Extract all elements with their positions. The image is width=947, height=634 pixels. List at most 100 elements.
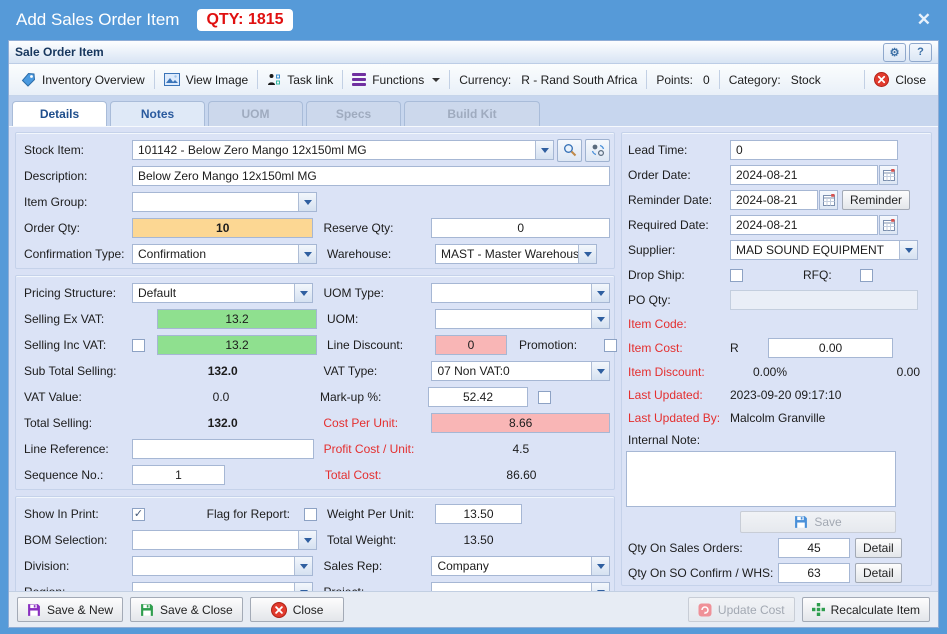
item-cost-input[interactable]: 0.00 — [768, 338, 893, 358]
qty-so-detail-button[interactable]: Detail — [855, 538, 902, 558]
project-value — [432, 583, 591, 591]
close-button[interactable]: Close — [250, 597, 345, 622]
order-qty-input[interactable]: 10 — [132, 218, 313, 238]
gear-icon[interactable]: ⚙ — [883, 43, 906, 62]
pricing-structure-select[interactable]: Default — [132, 283, 313, 303]
help-icon[interactable]: ? — [909, 43, 932, 62]
sub-total-selling-value: 132.0 — [132, 364, 313, 378]
chevron-down-icon[interactable] — [899, 241, 917, 259]
sequence-no-input[interactable]: 1 — [132, 465, 225, 485]
item-cost-currency: R — [730, 341, 768, 355]
markup-checkbox[interactable] — [538, 391, 551, 404]
calendar-icon[interactable] — [879, 215, 898, 235]
qty-on-sales-orders-input[interactable]: 45 — [778, 538, 850, 558]
save-and-close-button[interactable]: Save & Close — [130, 597, 243, 622]
recalculate-grid-icon — [812, 603, 825, 616]
warehouse-select[interactable]: MAST - Master Warehouse — [435, 244, 597, 264]
qty-on-so-confirm-input[interactable]: 63 — [778, 563, 850, 583]
stock-item-select[interactable]: 101142 - Below Zero Mango 12x150ml MG — [132, 140, 554, 160]
task-link-label: Task link — [287, 73, 333, 87]
region-select[interactable] — [132, 582, 313, 591]
chevron-down-icon[interactable] — [298, 193, 316, 211]
selling-inc-vat-input[interactable]: 13.2 — [157, 335, 317, 355]
toolbar-close-button[interactable]: Close — [866, 72, 934, 87]
search-button[interactable] — [557, 139, 582, 162]
chevron-down-icon[interactable] — [591, 362, 609, 380]
view-image-label: View Image — [186, 73, 248, 87]
cost-per-unit-input[interactable]: 8.66 — [431, 413, 610, 433]
selling-ex-vat-input[interactable]: 13.2 — [157, 309, 317, 329]
required-date-label: Required Date: — [626, 218, 730, 232]
division-select[interactable] — [132, 556, 313, 576]
confirmation-type-select[interactable]: Confirmation — [132, 244, 317, 264]
item-discount-label: Item Discount: — [626, 365, 730, 379]
vat-type-value: 07 Non VAT:0 — [432, 362, 591, 380]
qty-whs-detail-button[interactable]: Detail — [855, 563, 902, 583]
drop-ship-checkbox[interactable] — [730, 269, 743, 282]
swap-item-button[interactable] — [585, 139, 610, 162]
task-link-button[interactable]: Task link — [259, 73, 341, 87]
order-date-input[interactable]: 2024-08-21 — [730, 165, 878, 185]
uom-type-label: UOM Type: — [313, 286, 431, 300]
line-reference-input[interactable] — [132, 439, 314, 459]
chevron-down-icon[interactable] — [294, 583, 312, 591]
uom-select[interactable] — [435, 309, 610, 329]
internal-note-textarea[interactable] — [626, 451, 896, 507]
functions-dropdown[interactable]: Functions — [344, 73, 448, 87]
item-group-select[interactable] — [132, 192, 317, 212]
recalculate-item-button[interactable]: Recalculate Item — [802, 597, 930, 622]
close-icon[interactable]: ✕ — [917, 10, 931, 30]
line-discount-input[interactable]: 0 — [435, 335, 507, 355]
chevron-down-icon[interactable] — [535, 141, 553, 159]
markup-input[interactable]: 52.42 — [428, 387, 528, 407]
reminder-date-input[interactable]: 2024-08-21 — [730, 190, 818, 210]
reserve-qty-input[interactable]: 0 — [431, 218, 610, 238]
profit-cost-unit-value: 4.5 — [432, 442, 610, 456]
show-in-print-checkbox[interactable]: ✓ — [132, 508, 145, 521]
chevron-down-icon[interactable] — [298, 245, 316, 263]
selling-inc-vat-checkbox[interactable] — [132, 339, 145, 352]
chevron-down-icon[interactable] — [591, 310, 609, 328]
save-note-label: Save — [814, 515, 841, 529]
item-code-label: Item Code: — [626, 317, 730, 331]
promotion-checkbox[interactable] — [604, 339, 617, 352]
chevron-down-icon — [432, 78, 440, 82]
calendar-icon[interactable] — [819, 190, 838, 210]
vat-type-select[interactable]: 07 Non VAT:0 — [431, 361, 610, 381]
weight-per-unit-input[interactable]: 13.50 — [435, 504, 522, 524]
save-and-close-label: Save & Close — [160, 603, 233, 617]
weight-per-unit-label: Weight Per Unit: — [317, 507, 435, 521]
stock-item-label: Stock Item: — [20, 143, 132, 157]
chevron-down-icon[interactable] — [578, 245, 596, 263]
tab-notes[interactable]: Notes — [110, 101, 205, 126]
chevron-down-icon[interactable] — [294, 557, 312, 575]
item-discount-amount: 0.00 — [810, 365, 920, 379]
rfq-checkbox[interactable] — [860, 269, 873, 282]
required-date-input[interactable]: 2024-08-21 — [730, 215, 878, 235]
lead-time-input[interactable]: 0 — [730, 140, 898, 160]
inventory-overview-label: Inventory Overview — [42, 73, 145, 87]
chevron-down-icon[interactable] — [298, 531, 316, 549]
qty-badge: QTY: 1815 — [197, 9, 292, 31]
last-updated-by-label: Last Updated By: — [626, 411, 730, 425]
total-selling-label: Total Selling: — [20, 416, 132, 430]
reminder-button[interactable]: Reminder — [842, 190, 910, 210]
sales-rep-select[interactable]: Company — [431, 556, 610, 576]
description-input[interactable]: Below Zero Mango 12x150ml MG — [132, 166, 610, 186]
calendar-icon[interactable] — [879, 165, 898, 185]
uom-type-select[interactable] — [431, 283, 610, 303]
save-and-new-button[interactable]: Save & New — [17, 597, 123, 622]
toolbar-close-label: Close — [895, 73, 926, 87]
bom-selection-select[interactable] — [132, 530, 317, 550]
chevron-down-icon[interactable] — [294, 284, 312, 302]
tab-specs: Specs — [306, 101, 401, 126]
tab-details[interactable]: Details — [12, 101, 107, 126]
view-image-button[interactable]: View Image — [156, 73, 256, 87]
chevron-down-icon[interactable] — [591, 284, 609, 302]
chevron-down-icon[interactable] — [591, 583, 609, 591]
chevron-down-icon[interactable] — [591, 557, 609, 575]
flag-for-report-checkbox[interactable] — [304, 508, 317, 521]
project-select[interactable] — [431, 582, 610, 591]
supplier-select[interactable]: MAD SOUND EQUIPMENT — [730, 240, 918, 260]
inventory-overview-button[interactable]: Inventory Overview — [13, 72, 153, 87]
